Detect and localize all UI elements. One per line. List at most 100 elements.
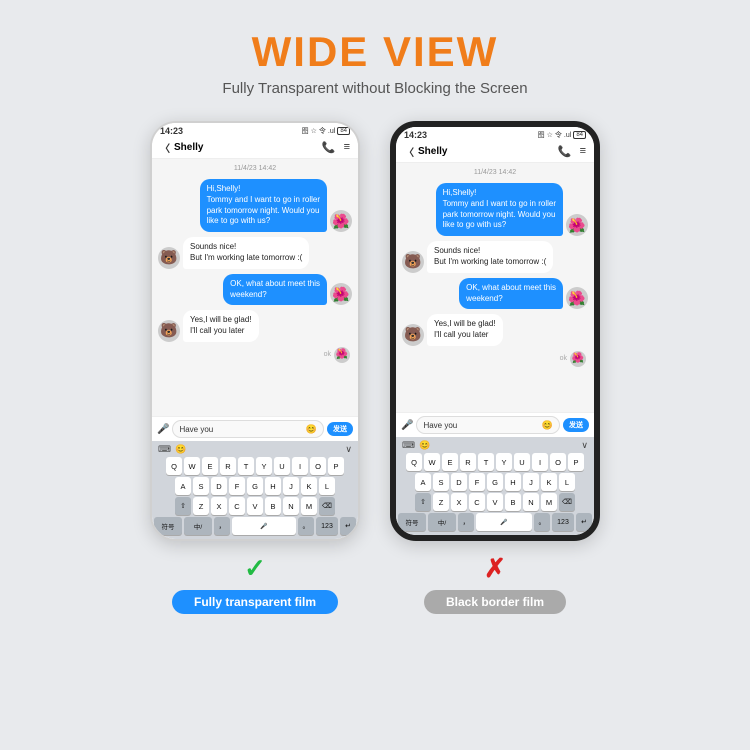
key-backspace[interactable]: ⌫ (319, 497, 335, 515)
right-msg-1: Hi,Shelly!Tommy and I want to go in roll… (402, 183, 588, 236)
key-d[interactable]: D (211, 477, 227, 495)
rkey-p[interactable]: P (568, 453, 584, 471)
key-u[interactable]: U (274, 457, 290, 475)
rkey-backspace[interactable]: ⌫ (559, 493, 575, 511)
rkey-z[interactable]: Z (433, 493, 449, 511)
left-input-box[interactable]: Have you 😊 (172, 420, 324, 438)
rkey-f[interactable]: F (469, 473, 485, 491)
key-a[interactable]: A (175, 477, 191, 495)
key-z[interactable]: Z (193, 497, 209, 515)
right-phone-icon: 📞 (558, 145, 572, 158)
key-w[interactable]: W (184, 457, 200, 475)
left-avatar-4: 🐻 (158, 320, 180, 342)
right-msg-4: 🐻 Yes,I will be glad!I'll call you later (402, 314, 588, 346)
left-ok-row: ok 🌺 (158, 347, 352, 363)
rkey-zhongwen[interactable]: 中/ (428, 513, 456, 531)
rkey-j[interactable]: J (523, 473, 539, 491)
right-contact-name: Shelly (418, 146, 447, 157)
key-f[interactable]: F (229, 477, 245, 495)
rkey-space[interactable]: 🎤 (476, 513, 532, 531)
rkey-shift[interactable]: ⇧ (415, 493, 431, 511)
key-shift[interactable]: ⇧ (175, 497, 191, 515)
key-y[interactable]: Y (256, 457, 272, 475)
key-e[interactable]: E (202, 457, 218, 475)
key-b[interactable]: B (265, 497, 281, 515)
check-icon: ✓ (244, 553, 266, 584)
left-avatar-2: 🐻 (158, 247, 180, 269)
key-c[interactable]: C (229, 497, 245, 515)
left-chat-header-right: 📞 ≡ (322, 141, 350, 154)
rkey-q[interactable]: Q (406, 453, 422, 471)
rkey-l[interactable]: L (559, 473, 575, 491)
rkey-dot[interactable]: 。 (534, 513, 550, 531)
key-enter[interactable]: ↵ (340, 517, 356, 535)
left-msg-2: 🐻 Sounds nice!But I'm working late tomor… (158, 237, 352, 269)
rkey-n[interactable]: N (523, 493, 539, 511)
key-n[interactable]: N (283, 497, 299, 515)
left-key-row-3: ⇧ ZXCVBNM ⌫ (154, 497, 356, 515)
key-p[interactable]: P (328, 457, 344, 475)
rkey-s[interactable]: S (433, 473, 449, 491)
right-status-icons: 图 ☆ 令 .ul 84 (538, 130, 586, 140)
right-back-arrow: 〈 (404, 144, 414, 159)
key-v[interactable]: V (247, 497, 263, 515)
left-keyboard: ⌨ 😊 ∨ QWERTYUIOP ASDFGHJKL ⇧ (152, 441, 358, 539)
right-time: 14:23 (404, 130, 427, 140)
rkey-e[interactable]: E (442, 453, 458, 471)
key-i[interactable]: I (292, 457, 308, 475)
rkey-x[interactable]: X (451, 493, 467, 511)
right-kb-icon3: ∨ (581, 440, 588, 450)
rkey-enter[interactable]: ↵ (576, 513, 592, 531)
key-m[interactable]: M (301, 497, 317, 515)
right-phone-badge: Black border film (424, 590, 566, 614)
rkey-g[interactable]: G (487, 473, 503, 491)
key-r[interactable]: R (220, 457, 236, 475)
rkey-o[interactable]: O (550, 453, 566, 471)
left-phone-outer: 14:23 图 ☆ 令 .ul 84 〈 Shelly (150, 121, 360, 541)
right-key-row-3: ⇧ ZXCVBNM ⌫ (398, 493, 592, 511)
right-mic-icon: 🎤 (401, 420, 413, 431)
rkey-r[interactable]: R (460, 453, 476, 471)
key-123[interactable]: 123 (316, 517, 338, 535)
rkey-w[interactable]: W (424, 453, 440, 471)
right-avatar-1: 🌺 (566, 214, 588, 236)
key-k[interactable]: K (301, 477, 317, 495)
key-g[interactable]: G (247, 477, 263, 495)
left-contact-name: Shelly (174, 142, 203, 153)
rkey-v[interactable]: V (487, 493, 503, 511)
rkey-b[interactable]: B (505, 493, 521, 511)
left-send-btn[interactable]: 发送 (327, 422, 353, 436)
rkey-123[interactable]: 123 (552, 513, 574, 531)
rkey-fuhhao[interactable]: 符号 (398, 513, 426, 531)
key-h[interactable]: H (265, 477, 281, 495)
left-mic-icon: 🎤 (157, 424, 169, 435)
key-space[interactable]: 🎤 (232, 517, 296, 535)
key-x[interactable]: X (211, 497, 227, 515)
rkey-u[interactable]: U (514, 453, 530, 471)
rkey-t[interactable]: T (478, 453, 494, 471)
rkey-m[interactable]: M (541, 493, 557, 511)
left-avatar-3: 🌺 (330, 283, 352, 305)
key-dot[interactable]: 。 (298, 517, 314, 535)
key-comma[interactable]: ， (214, 517, 230, 535)
rkey-i[interactable]: I (532, 453, 548, 471)
key-fuhhao[interactable]: 符号 (154, 517, 182, 535)
rkey-d[interactable]: D (451, 473, 467, 491)
key-l[interactable]: L (319, 477, 335, 495)
key-o[interactable]: O (310, 457, 326, 475)
key-t[interactable]: T (238, 457, 254, 475)
rkey-a[interactable]: A (415, 473, 431, 491)
rkey-h[interactable]: H (505, 473, 521, 491)
rkey-k[interactable]: K (541, 473, 557, 491)
right-input-box[interactable]: Have you 😊 (416, 416, 560, 434)
key-zhongwen[interactable]: 中/ (184, 517, 212, 535)
right-bubble-4: Yes,I will be glad!I'll call you later (427, 314, 503, 346)
key-q[interactable]: Q (166, 457, 182, 475)
key-j[interactable]: J (283, 477, 299, 495)
rkey-y[interactable]: Y (496, 453, 512, 471)
rkey-c[interactable]: C (469, 493, 485, 511)
key-s[interactable]: S (193, 477, 209, 495)
left-msg-3: OK, what about meet thisweekend? 🌺 (158, 274, 352, 306)
rkey-comma[interactable]: ， (458, 513, 474, 531)
right-send-btn[interactable]: 发送 (563, 418, 589, 432)
